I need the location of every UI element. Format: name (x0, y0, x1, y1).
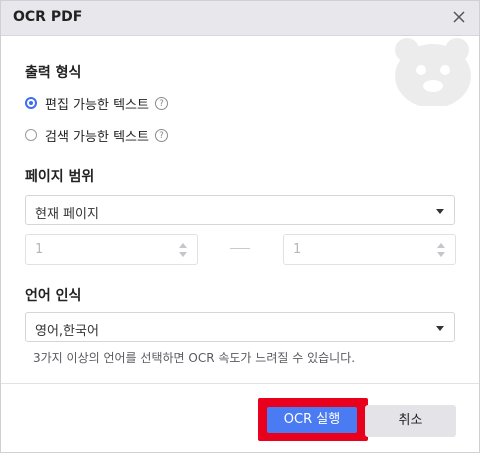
page-from-value: 1 (35, 242, 44, 257)
page-to-stepper[interactable]: 1 (283, 234, 456, 265)
title-bar: OCR PDF (1, 1, 479, 36)
page-to-value: 1 (293, 242, 302, 257)
increment-icon[interactable] (179, 243, 187, 248)
dialog-title: OCR PDF (13, 9, 83, 25)
radio-label: 편집 가능한 텍스트 (45, 97, 149, 113)
help-icon[interactable]: ? (154, 128, 168, 142)
page-range-select[interactable]: 현재 페이지 (25, 195, 455, 225)
range-separator (230, 248, 250, 249)
radio-editable-text[interactable]: 편집 가능한 텍스트 ? (25, 94, 168, 113)
cancel-button[interactable]: 취소 (365, 405, 456, 437)
ocr-pdf-dialog: OCR PDF 출력 형식 편집 가능한 텍스트 ? 검색 가능한 텍스트 ? … (0, 0, 480, 453)
chevron-down-icon (436, 209, 444, 214)
page-from-stepper[interactable]: 1 (25, 234, 198, 265)
close-icon[interactable] (451, 9, 467, 25)
footer-divider (1, 383, 479, 384)
radio-button-selected[interactable] (25, 97, 37, 109)
mascot-watermark-icon (395, 38, 471, 106)
increment-icon[interactable] (437, 243, 445, 248)
decrement-icon[interactable] (437, 252, 445, 257)
radio-label: 검색 가능한 텍스트 (45, 129, 149, 145)
chevron-down-icon (436, 326, 444, 331)
radio-button[interactable] (25, 129, 37, 141)
radio-searchable-text[interactable]: 검색 가능한 텍스트 ? (25, 126, 168, 145)
ocr-run-button[interactable]: OCR 실행 (267, 407, 357, 433)
decrement-icon[interactable] (179, 252, 187, 257)
language-heading: 언어 인식 (25, 288, 82, 304)
output-format-heading: 출력 형식 (25, 65, 82, 81)
page-range-value: 현재 페이지 (35, 207, 99, 222)
page-range-heading: 페이지 범위 (25, 169, 95, 185)
language-select[interactable]: 영어,한국어 (25, 312, 455, 342)
language-value: 영어,한국어 (35, 324, 99, 339)
help-icon[interactable]: ? (154, 96, 168, 110)
language-hint: 3가지 이상의 언어를 선택하면 OCR 속도가 느려질 수 있습니다. (33, 351, 356, 365)
